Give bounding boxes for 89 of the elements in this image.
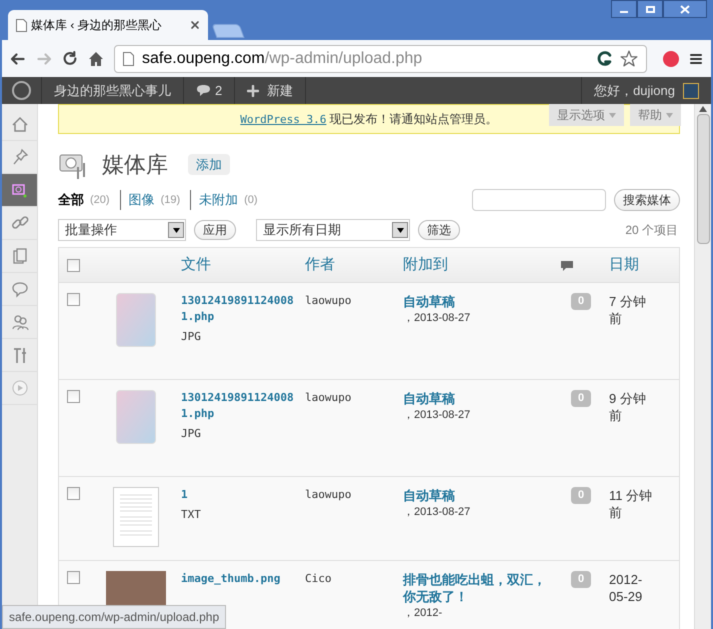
forward-icon[interactable] [36, 52, 52, 66]
item-count: 20 个项目 [625, 222, 679, 239]
checkbox[interactable] [67, 390, 80, 403]
plus-icon [247, 84, 260, 96]
tab-title: 媒体库 ‹ 身边的那些黑心 [31, 17, 163, 34]
attached-text: 排骨也能吃出蛆，双汇，你无敌了！ ，2012- [403, 571, 553, 622]
home-icon [10, 114, 30, 134]
sidebar-item[interactable] [2, 174, 37, 207]
search-button[interactable]: 搜索媒体 [614, 189, 680, 211]
filter-button[interactable]: 筛选 [418, 220, 460, 240]
attached-text: 自动草稿 ，2013-08-27 [403, 293, 553, 327]
date-text: 11 分钟前 [609, 487, 654, 521]
screen-option-tab[interactable]: 帮助 [630, 104, 681, 126]
author-name: laowupo [305, 487, 352, 503]
close-button[interactable] [663, 0, 707, 18]
caret-icon [609, 112, 616, 118]
photo-placeholder [116, 390, 156, 444]
caret-icon [172, 228, 180, 232]
filter-link[interactable]: 全部 [58, 190, 84, 210]
play-icon [10, 378, 30, 398]
filter-link[interactable]: 未附加 [199, 190, 238, 210]
date-text: 9 分钟前 [609, 390, 647, 424]
file-link[interactable]: 130124198911240081.php [181, 390, 301, 422]
avatar-icon [683, 82, 699, 98]
post-link[interactable]: 自动草稿 [403, 390, 549, 407]
star-icon[interactable] [620, 50, 638, 67]
close-icon[interactable] [190, 20, 200, 30]
menu-icon[interactable] [689, 52, 703, 66]
page-icon [123, 52, 134, 66]
document-icon [113, 487, 159, 547]
page-icon [16, 18, 27, 32]
minimize-button[interactable] [611, 0, 637, 18]
apply-button[interactable]: 应用 [194, 220, 236, 240]
attached-text: 自动草稿 ，2013-08-27 [403, 487, 553, 521]
attached-text: 自动草稿 ，2013-08-27 [403, 390, 553, 424]
post-link[interactable]: 自动草稿 [403, 293, 549, 310]
caret-icon [396, 228, 404, 232]
home-icon[interactable] [88, 51, 104, 66]
file-type: JPG [181, 426, 201, 442]
post-link[interactable]: 排骨也能吃出蛆，双汇，你无敌了！ [403, 571, 549, 605]
author-name: laowupo [305, 293, 352, 309]
file-link[interactable]: 130124198911240081.php [181, 293, 301, 325]
author-name: laowupo [305, 390, 352, 406]
filter-link[interactable]: 图像 [128, 190, 155, 210]
maximize-button[interactable] [637, 0, 663, 18]
address-bar[interactable]: safe.oupeng.com/wp-admin/upload.php [114, 44, 647, 72]
filter-count: (19) [160, 192, 180, 208]
back-icon[interactable] [10, 52, 26, 66]
dropdown-arrow-button[interactable] [168, 222, 184, 238]
date-filter-select[interactable]: 显示所有日期 [256, 219, 410, 241]
file-link[interactable]: image_thumb.png [181, 571, 280, 587]
photo-placeholder [116, 293, 156, 347]
date-text: 7 分钟前 [609, 293, 647, 327]
scroll-up-icon[interactable] [699, 106, 707, 112]
author-name: Cico [305, 571, 332, 587]
caret-icon [666, 112, 673, 118]
filter-count: (0) [244, 192, 258, 208]
notice-text: WordPress 3.6 现已发布！请通知站点管理员。 [240, 110, 498, 128]
scrollbar-thumb[interactable] [696, 114, 710, 244]
close-icon [680, 4, 690, 14]
extension-icon[interactable] [597, 51, 612, 66]
url-text: safe.oupeng.com/wp-admin/upload.php [142, 48, 424, 68]
column-header[interactable]: 附加到 [403, 254, 448, 276]
search-field[interactable] [472, 189, 606, 211]
file-link[interactable]: 1 [181, 487, 188, 503]
column-header[interactable]: 作者 [305, 254, 335, 276]
dropdown-arrow-button[interactable] [392, 222, 408, 238]
reload-icon[interactable] [62, 51, 78, 66]
file-type: JPG [181, 329, 201, 345]
add-button[interactable]: 添加 [188, 154, 230, 176]
checkbox[interactable] [67, 487, 80, 500]
new-tab-button[interactable] [211, 24, 245, 38]
comment-icon [196, 84, 211, 97]
checkbox[interactable] [67, 258, 80, 272]
post-link[interactable]: 自动草稿 [403, 487, 549, 504]
browser-tab[interactable]: 媒体库 ‹ 身边的那些黑心 [8, 10, 208, 40]
file-type: TXT [181, 507, 201, 523]
filter-count: (20) [90, 192, 110, 208]
screen-option-tab[interactable]: 显示选项 [549, 104, 624, 126]
checkbox[interactable] [67, 293, 80, 306]
comment-icon [561, 260, 573, 270]
column-header[interactable]: 文件 [181, 254, 211, 276]
checkbox[interactable] [67, 571, 80, 584]
column-header[interactable]: 日期 [609, 254, 639, 276]
date-text: 2012-05-29 [609, 571, 644, 605]
page-title: 媒体库 [102, 151, 168, 179]
bulk-actions-select[interactable]: 批量操作 [58, 219, 186, 241]
status-url: safe.oupeng.com/wp-admin/upload.php [2, 605, 226, 629]
wordpress-link[interactable]: WordPress 3.6 [240, 112, 326, 126]
